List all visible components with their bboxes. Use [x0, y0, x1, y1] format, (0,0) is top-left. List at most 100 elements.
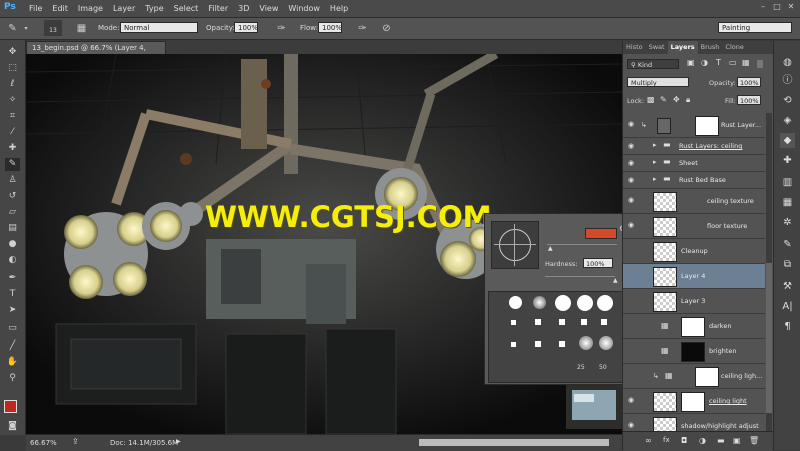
brush-icon[interactable]: ✎ — [6, 22, 19, 35]
menu-file[interactable]: File — [29, 4, 42, 13]
kind-filter[interactable]: ⚲ Kind — [627, 59, 679, 69]
crop-icon[interactable]: ⌗ — [5, 110, 20, 123]
pressure-opacity-icon[interactable]: ✑ — [275, 22, 288, 35]
filter-type-icon[interactable]: T — [716, 58, 721, 67]
hardness-slider-handle[interactable]: ▲ — [613, 277, 618, 284]
filter-adjust-icon[interactable]: ◑ — [701, 58, 708, 67]
layer-row[interactable]: ↳ ▦ ceiling ligh... — [623, 364, 765, 389]
pressure-size-icon[interactable]: ⊘ — [380, 22, 393, 35]
mask-icon[interactable]: ◘ — [681, 436, 687, 445]
type-icon[interactable]: T — [5, 288, 20, 301]
menu-layer[interactable]: Layer — [113, 4, 135, 13]
menu-filter[interactable]: Filter — [208, 4, 228, 13]
share-icon[interactable]: ⇪ — [72, 437, 79, 446]
quick-select-icon[interactable]: ✧ — [5, 94, 20, 107]
minimize-icon[interactable]: – — [758, 2, 768, 12]
layer-group-row[interactable]: ◉ ▸ ▬ Sheet — [623, 155, 765, 172]
menu-select[interactable]: Select — [174, 4, 199, 13]
chevron-right-icon[interactable]: ▸ — [653, 141, 657, 149]
layer-group-row[interactable]: ◉ ▸ ▬ Rust Bed Base — [623, 172, 765, 189]
brush-tool-icon[interactable]: ✎ — [5, 158, 20, 171]
new-layer-icon[interactable]: ▣ — [733, 436, 741, 445]
layer-row[interactable]: Layer 3 — [623, 289, 765, 314]
eraser-icon[interactable]: ▱ — [5, 206, 20, 219]
layer-row[interactable]: ▦ darken — [623, 314, 765, 339]
eye-icon[interactable]: ◉ — [628, 177, 637, 184]
move-icon[interactable]: ✥ — [5, 46, 20, 59]
brush-preset[interactable] — [535, 319, 541, 325]
gradient-icon[interactable]: ▤ — [5, 222, 20, 235]
filter-smart-icon[interactable]: ▦ — [742, 58, 750, 67]
marquee-icon[interactable]: ⬚ — [5, 62, 20, 75]
line-icon[interactable]: ╱ — [5, 340, 20, 353]
filter-shape-icon[interactable]: ▭ — [729, 58, 737, 67]
eyedropper-icon[interactable]: ⁄ — [5, 126, 20, 139]
styles-icon[interactable]: ▦ — [780, 195, 795, 210]
history-icon[interactable]: ⟲ — [780, 93, 795, 108]
filter-pixel-icon[interactable]: ▣ — [687, 58, 695, 67]
lasso-icon[interactable]: ℓ — [5, 78, 20, 91]
lock-pixels-icon[interactable]: ✎ — [660, 95, 667, 104]
layers-scroll-thumb[interactable] — [766, 263, 772, 413]
tab-swatches[interactable]: Swat — [646, 41, 668, 54]
blur-icon[interactable]: ● — [5, 238, 20, 251]
chevron-right-icon[interactable]: ▸ — [653, 158, 657, 166]
layer-row[interactable]: ◉ ceiling texture — [623, 189, 765, 214]
opacity-field[interactable]: 100% — [234, 22, 258, 33]
blend-mode-select[interactable]: Multiply — [627, 77, 689, 87]
menu-image[interactable]: Image — [78, 4, 103, 13]
paths-icon[interactable]: ✚ — [780, 153, 795, 168]
brush-preset[interactable] — [509, 296, 522, 309]
eye-icon[interactable]: ◉ — [628, 121, 637, 128]
eye-icon[interactable]: ◉ — [628, 422, 637, 429]
brush-preset[interactable] — [599, 336, 613, 350]
layer-row[interactable]: ▦ brighten — [623, 339, 765, 364]
menu-3d[interactable]: 3D — [238, 4, 249, 13]
history-brush-icon[interactable]: ↺ — [5, 190, 20, 203]
eye-icon[interactable]: ◉ — [628, 143, 637, 150]
adjustment-layer-icon[interactable]: ◑ — [699, 436, 706, 445]
flow-field[interactable]: 100% — [318, 22, 342, 33]
horizontal-scrollbar[interactable] — [419, 439, 609, 446]
brush-preset[interactable] — [581, 319, 587, 325]
brush-preset[interactable] — [511, 342, 516, 347]
eye-icon[interactable]: ◉ — [628, 397, 637, 404]
layer-row[interactable]: Cleanup — [623, 239, 765, 264]
layer-row[interactable]: ◉ floor texture — [623, 214, 765, 239]
menu-window[interactable]: Window — [288, 4, 320, 13]
brush-preset[interactable] — [555, 295, 571, 311]
clone-source-icon[interactable]: ⧉ — [780, 257, 795, 272]
lock-transparent-icon[interactable]: ▩ — [647, 95, 655, 104]
close-icon[interactable]: ✕ — [786, 2, 796, 12]
zoom-level[interactable]: 66.67% — [30, 439, 57, 447]
layer-group-row[interactable]: ◉ ▸ ▬ Rust Layers: ceiling — [623, 138, 765, 155]
hardness-field[interactable]: 100% — [583, 258, 613, 268]
fx-icon[interactable]: fx — [663, 436, 670, 444]
brush-presets-icon[interactable]: ✎ — [780, 237, 795, 252]
link-icon[interactable]: ∞ — [645, 436, 652, 445]
layer-row[interactable]: ◉ ceiling light — [623, 389, 765, 414]
layer-row-selected[interactable]: Layer 4 — [623, 264, 765, 289]
chevron-down-icon[interactable]: ▾ — [22, 22, 30, 35]
document-tab[interactable]: 13_begin.psd @ 66.7% (Layer 4, RGB/8*) — [26, 41, 166, 65]
brush-preset[interactable] — [597, 295, 613, 311]
brush-preset[interactable] — [533, 296, 546, 309]
info-icon[interactable]: ⓘ — [780, 73, 795, 88]
menu-type[interactable]: Type — [145, 4, 163, 13]
size-field[interactable] — [585, 228, 617, 239]
dodge-icon[interactable]: ◐ — [5, 254, 20, 267]
lock-all-icon[interactable]: 🔒︎ — [686, 95, 690, 105]
status-arrow-icon[interactable]: ▶ — [176, 438, 181, 445]
brush-preset[interactable] — [579, 336, 593, 350]
zoom-icon[interactable]: ⚲ — [5, 372, 20, 385]
brush-preset[interactable] — [535, 341, 541, 347]
tool-presets-icon[interactable]: ⚒ — [780, 279, 795, 294]
chevron-right-icon[interactable]: ▸ — [653, 175, 657, 183]
brush-preset[interactable] — [601, 319, 607, 325]
filter-toggle[interactable] — [757, 60, 763, 68]
foreground-color[interactable] — [4, 400, 17, 413]
brush-angle-preview[interactable] — [491, 221, 539, 269]
workspace-select[interactable]: Painting — [718, 22, 792, 33]
menu-view[interactable]: View — [259, 4, 278, 13]
hand-icon[interactable]: ✋ — [5, 356, 20, 369]
